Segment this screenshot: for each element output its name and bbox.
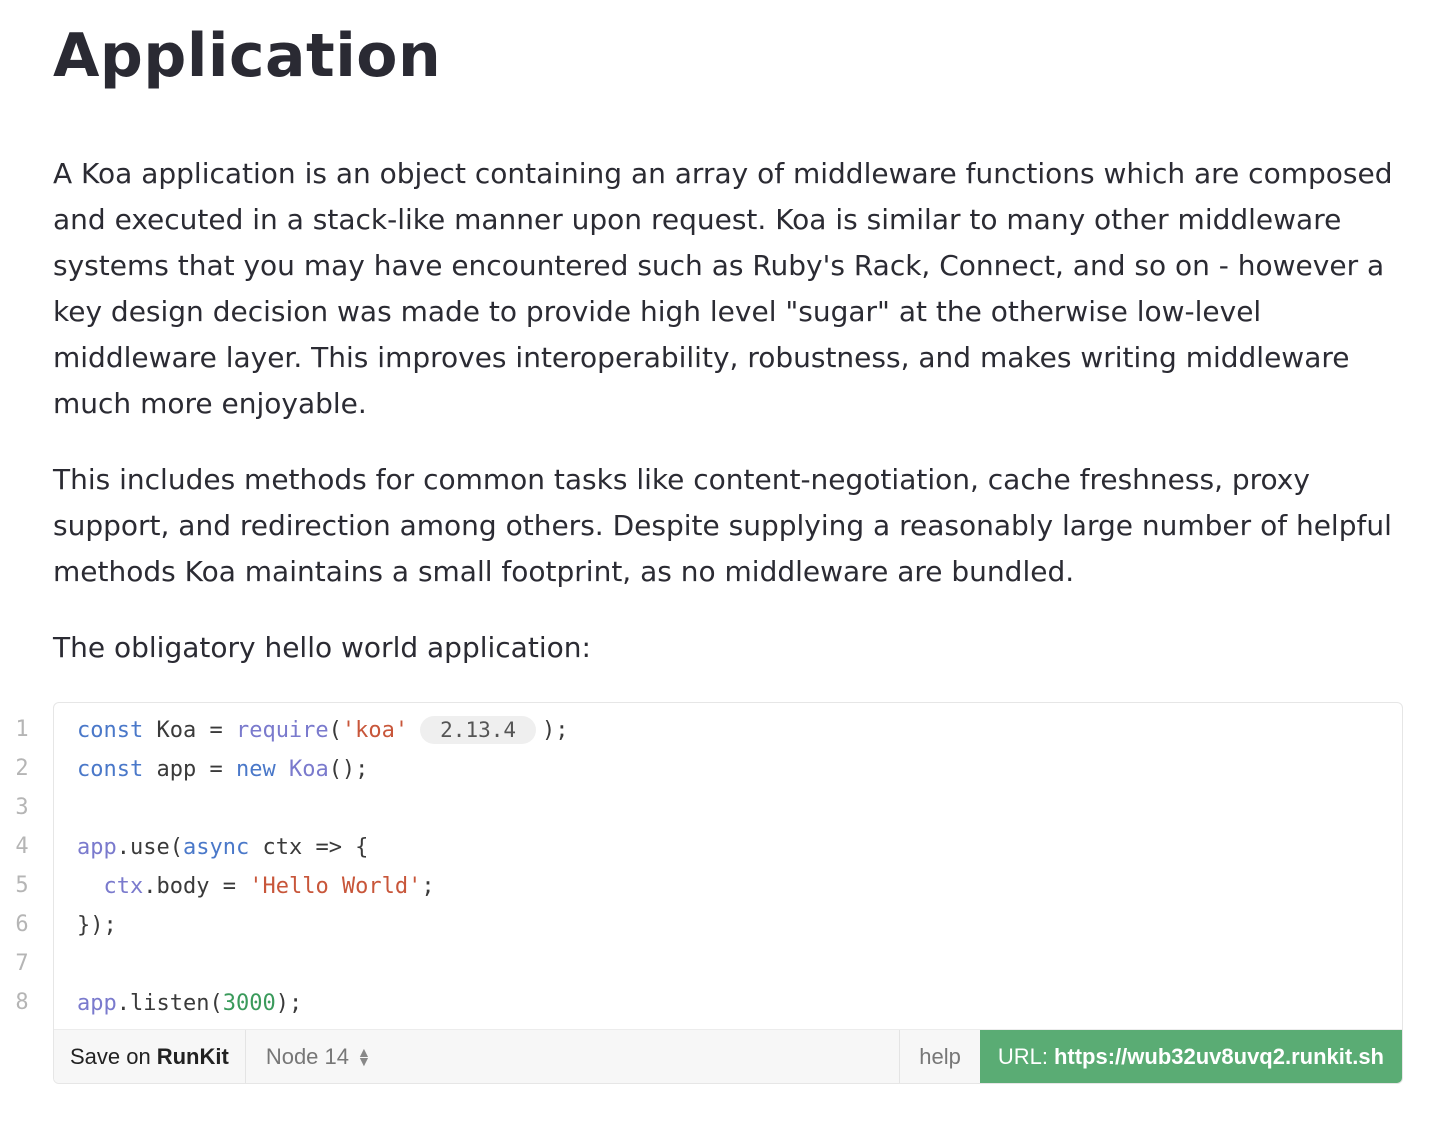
- help-link[interactable]: help: [899, 1030, 980, 1083]
- code-token: new: [235, 757, 276, 782]
- line-number: 6: [15, 912, 29, 937]
- line-number: 2: [15, 756, 29, 781]
- package-version-badge[interactable]: 2.13.4: [420, 716, 537, 744]
- code-token: .body =: [143, 874, 250, 899]
- endpoint-url-link[interactable]: URL: https://wub32uv8uvq2.runkit.sh: [979, 1030, 1402, 1083]
- code-line: ctx.body = 'Hello World';: [77, 867, 569, 906]
- line-number: 3: [15, 795, 29, 820]
- code-token: ctx => {: [249, 835, 369, 860]
- runkit-brand: RunKit: [156, 1043, 229, 1069]
- code-token: app: [77, 991, 117, 1016]
- code-token: (: [328, 718, 342, 743]
- sort-arrows-icon: ▲ ▼: [357, 1043, 371, 1069]
- line-number: 7: [15, 951, 29, 976]
- code-line: const Koa = require('koa' 2.13.4);: [77, 711, 569, 750]
- runkit-embed: const Koa = require('koa' 2.13.4); const …: [53, 702, 1403, 1084]
- code-line: });: [77, 906, 569, 945]
- code-token: });: [77, 913, 117, 938]
- intro-paragraph: A Koa application is an object containin…: [53, 157, 1393, 420]
- code-token: );: [542, 718, 569, 743]
- node-version-select[interactable]: Node 14 ▲ ▼: [244, 1030, 886, 1083]
- code-token: .use(: [116, 835, 183, 860]
- runkit-footer: Save on RunKit Node 14 ▲ ▼ help URL: http…: [54, 1029, 1402, 1083]
- code-token: async: [182, 835, 250, 860]
- code-token: Koa =: [143, 718, 236, 743]
- line-number: 4: [15, 834, 29, 859]
- code-token: ();: [328, 757, 369, 782]
- code-token: app =: [143, 757, 236, 782]
- code-token: ctx: [103, 874, 144, 899]
- methods-paragraph: This includes methods for common tasks l…: [53, 463, 1392, 588]
- footer-spacer: [886, 1030, 899, 1083]
- url-label: URL:: [997, 1043, 1048, 1069]
- code-token: 'Hello World': [249, 874, 422, 899]
- code-editor[interactable]: const Koa = require('koa' 2.13.4); const …: [77, 711, 569, 1023]
- code-token: const: [77, 757, 144, 782]
- code-token: 'koa': [341, 718, 409, 743]
- code-line: app.use(async ctx => {: [77, 828, 569, 867]
- code-token: app: [77, 835, 117, 860]
- line-number: 1: [15, 717, 29, 742]
- line-number-gutter: 1 2 3 4 5 6 7 8: [0, 710, 44, 1022]
- line-number: 5: [15, 873, 29, 898]
- code-token: ;: [421, 874, 435, 899]
- line-number: 8: [15, 990, 29, 1015]
- code-token: require: [235, 718, 329, 743]
- code-token: 3000: [222, 991, 276, 1016]
- url-value: https://wub32uv8uvq2.runkit.sh: [1053, 1043, 1384, 1069]
- node-version-label: Node 14: [265, 1043, 350, 1069]
- code-token: .listen(: [116, 991, 223, 1016]
- code-token: );: [275, 991, 303, 1016]
- code-token: Koa: [275, 757, 329, 782]
- save-label: Save on: [70, 1043, 151, 1069]
- code-line: app.listen(3000);: [77, 984, 569, 1023]
- save-on-runkit-button[interactable]: Save on RunKit: [54, 1030, 245, 1083]
- code-line: const app = new Koa();: [77, 750, 569, 789]
- code-token: const: [77, 718, 144, 743]
- page-title: Application: [53, 21, 442, 91]
- hello-world-intro: The obligatory hello world application:: [53, 631, 591, 664]
